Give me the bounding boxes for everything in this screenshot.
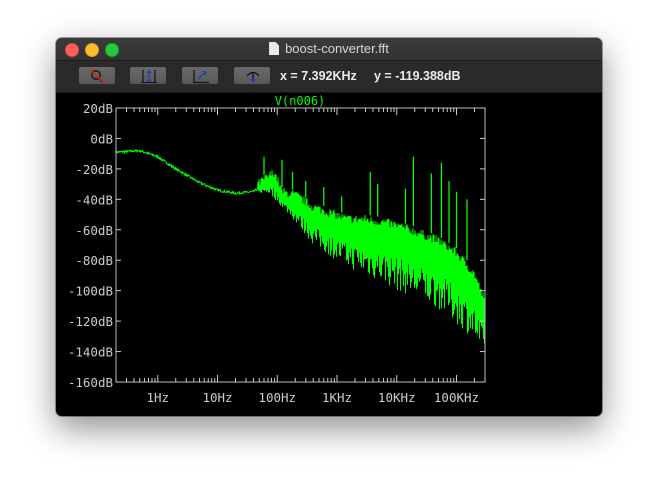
y-tick-label: 0dB (90, 131, 113, 146)
autorange-y-button[interactable] (129, 66, 167, 85)
x-tick-label: 1KHz (322, 390, 352, 405)
fft-plot[interactable]: 20dB 0dB -20dB -40dB -60dB -80dB -100dB -120dB -… (56, 93, 602, 416)
y-tick-label: -20dB (75, 162, 113, 177)
y-tick-label: -80dB (75, 253, 113, 268)
window-title-text: boost-converter.fft (285, 41, 389, 56)
toolbar: x = 7.392KHz y = -119.388dB (56, 61, 602, 93)
x-tick-label: 100Hz (258, 390, 296, 405)
series-label: V(n006) (275, 94, 326, 108)
y-tick-label: -120dB (68, 314, 113, 329)
y-tick-label: 20dB (83, 101, 113, 116)
zoom-cancel-button[interactable] (78, 66, 116, 85)
y-tick-label: -140dB (68, 345, 113, 360)
y-tick-label: -60dB (75, 223, 113, 238)
zoom-out-button[interactable] (181, 66, 219, 85)
y-readout: y = -119.388dB (374, 69, 461, 83)
y-tick-label: -100dB (68, 284, 113, 299)
x-tick-label: 10KHz (378, 390, 416, 405)
trace-layer (115, 148, 486, 344)
waveform-window: boost-converter.fft x = 7.392KHz y = -11… (56, 38, 602, 416)
window-title: boost-converter.fft (56, 41, 602, 57)
document-icon (269, 42, 280, 55)
marker-button[interactable] (233, 66, 271, 85)
x-tick-label: 1Hz (146, 390, 169, 405)
x-readout: x = 7.392KHz (280, 69, 357, 83)
marker-icon (246, 71, 260, 83)
title-bar[interactable]: boost-converter.fft (56, 38, 602, 61)
zoom-out-icon (193, 70, 209, 84)
magnifier-cancel-icon (89, 69, 105, 83)
x-tick-label: 100KHz (434, 390, 479, 405)
y-tick-label: -160dB (68, 375, 113, 390)
y-tick-label: -40dB (75, 192, 113, 207)
spectrum-trace (115, 148, 486, 344)
autorange-y-icon (141, 70, 157, 83)
x-tick-label: 10Hz (202, 390, 232, 405)
plot-area[interactable]: 20dB 0dB -20dB -40dB -60dB -80dB -100dB -120dB -… (56, 93, 602, 416)
